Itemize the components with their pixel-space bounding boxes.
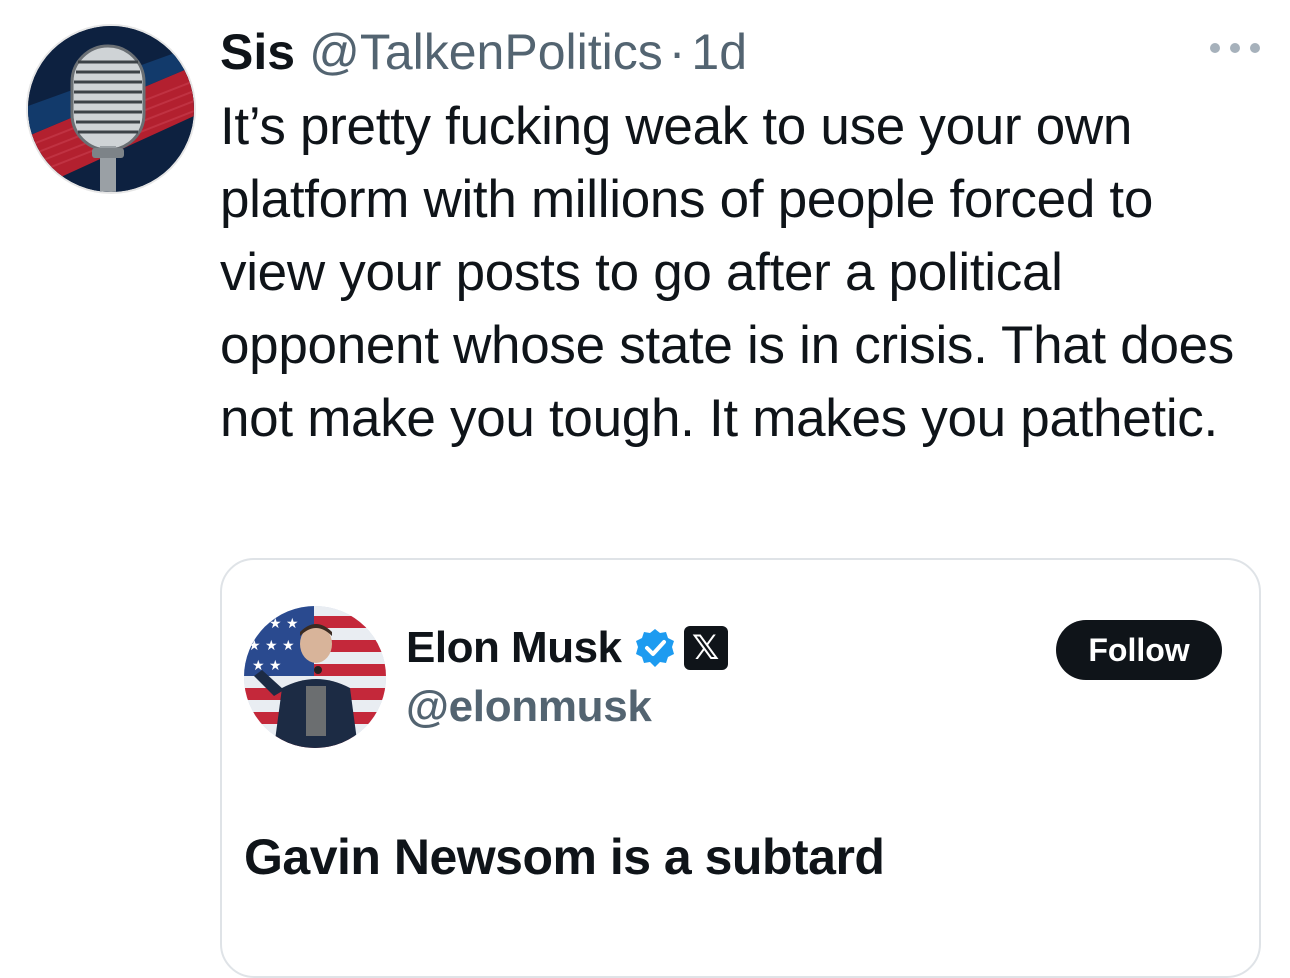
svg-text:★ ★ ★: ★ ★ ★: [248, 638, 295, 654]
tweet-header: Sis @TalkenPolitics · 1d: [220, 22, 747, 82]
more-dot: [1230, 43, 1240, 53]
quoted-tweet-card[interactable]: ★ ★ ★ ★ ★ ★ ★ ★ Elon Musk 𝕏 @elonmusk Fo…: [220, 558, 1261, 978]
tweet-timestamp[interactable]: 1d: [691, 22, 747, 82]
x-logo-icon: 𝕏: [683, 626, 728, 670]
microphone-icon: [28, 26, 194, 192]
quoted-tweet-text: Gavin Newsom is a subtard: [244, 829, 885, 885]
verified-badge-icon: [635, 629, 674, 667]
more-dot: [1250, 43, 1260, 53]
svg-text:★ ★: ★ ★: [252, 658, 282, 674]
quoted-author-avatar[interactable]: ★ ★ ★ ★ ★ ★ ★ ★: [244, 606, 386, 748]
author-avatar[interactable]: [28, 26, 194, 192]
follow-button[interactable]: Follow: [1056, 620, 1222, 680]
quoted-author-handle[interactable]: @elonmusk: [406, 682, 652, 732]
author-handle[interactable]: @TalkenPolitics: [309, 22, 663, 82]
svg-text:★ ★ ★: ★ ★ ★: [252, 616, 299, 632]
separator-dot: ·: [668, 24, 686, 80]
quoted-author-name[interactable]: Elon Musk: [406, 623, 622, 673]
quoted-author-row: Elon Musk 𝕏: [406, 618, 728, 678]
author-name[interactable]: Sis: [220, 22, 295, 82]
more-dot: [1210, 43, 1220, 53]
more-options-icon[interactable]: [1210, 36, 1260, 60]
avatar-photo: ★ ★ ★ ★ ★ ★ ★ ★: [244, 606, 386, 748]
tweet-text: It’s pretty fucking weak to use your own…: [220, 97, 1235, 448]
tweet[interactable]: Sis @TalkenPolitics · 1d It’s pretty fuc…: [0, 0, 1290, 978]
